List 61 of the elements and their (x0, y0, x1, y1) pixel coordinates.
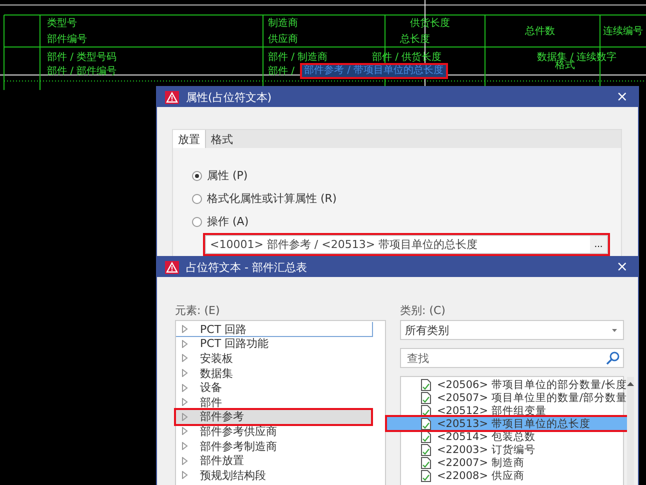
document-check-icon (421, 456, 431, 468)
dropdown-arrow-icon (612, 328, 617, 332)
document-check-icon (421, 418, 431, 430)
column-header: 制造商 (268, 18, 298, 30)
property-item[interactable]: <20506> 带项目单位的部分数量/长度 (401, 378, 627, 391)
property-item[interactable]: <20514> 包装总数 (401, 430, 627, 443)
scrollbar[interactable] (626, 377, 634, 485)
tab[interactable]: 格式 (206, 130, 238, 148)
close-button[interactable]: × (614, 260, 630, 274)
column-header: 总件数 (525, 26, 555, 38)
category-dropdown[interactable]: 所有类别 (400, 320, 624, 340)
option-label[interactable]: 属性 (P) (207, 168, 248, 183)
property-item[interactable]: <20513> 带项目单位的总长度 (387, 417, 627, 430)
elements-label: 元素: (E) (175, 303, 221, 317)
column-header: 供应商 (268, 34, 298, 46)
property-field[interactable]: <10001> 部件参考 / <20513> 带项目单位的总长度 ... (205, 235, 608, 254)
property-item[interactable]: <22007> 制造商 (401, 456, 627, 469)
placeholder-text[interactable]: 格式 (555, 60, 575, 72)
document-check-icon (421, 470, 431, 482)
tree-item[interactable]: 设备 (176, 380, 385, 395)
column-header: 部件编号 (47, 34, 87, 46)
property-item[interactable]: <20507> 项目单位里的数量/部分数量 (401, 391, 627, 404)
tree-item[interactable]: PCT 回路 (176, 322, 373, 337)
browse-button[interactable]: ... (590, 236, 607, 253)
tree-item[interactable]: 预规划结构段 (176, 468, 385, 483)
close-button[interactable]: × (614, 90, 630, 104)
tree-item[interactable]: 部件 (176, 394, 385, 410)
document-check-icon (421, 430, 431, 442)
tree-item[interactable]: 部件放置 (176, 453, 385, 468)
tree-item[interactable]: PCT 回路功能 (176, 336, 385, 352)
search-field[interactable]: 查找 (400, 348, 624, 368)
tree-item[interactable]: 部件参考 (176, 410, 371, 424)
option-label[interactable]: 格式化属性或计算属性 (R) (207, 191, 337, 206)
property-item[interactable]: <22003> 订货编号 (401, 443, 627, 456)
placeholder-text[interactable]: 部件 / 类型号码 (47, 52, 117, 64)
document-check-icon (421, 444, 431, 456)
column-header: 连续编号 (603, 26, 643, 38)
tree-item[interactable]: 部件参考制造商 (176, 438, 385, 454)
option-label[interactable]: 操作 (A) (207, 214, 249, 229)
tab[interactable]: 放置 (173, 130, 206, 148)
placeholder-text[interactable]: 部件 / 制造商 (268, 52, 328, 64)
scroll-up-icon[interactable] (626, 382, 634, 386)
radio-button[interactable] (192, 170, 202, 180)
radio-button[interactable] (192, 216, 202, 226)
document-check-icon (421, 404, 431, 416)
window-title: 属性(占位符文本) (186, 90, 273, 104)
document-check-icon (421, 392, 431, 404)
tree-item[interactable]: 数据集 (176, 366, 385, 380)
warning-icon (165, 90, 179, 104)
placeholder-text[interactable]: 部件 / 部件编号 (47, 66, 117, 78)
categories-label: 类别: (C) (400, 303, 446, 317)
window-title: 占位符文本 - 部件汇总表 (186, 260, 308, 274)
document-check-icon (421, 378, 431, 390)
tree-item[interactable]: 部件参考供应商 (176, 424, 385, 439)
tree-item[interactable]: 安装板 (176, 351, 385, 366)
column-header: 类型号 (47, 18, 77, 30)
search-icon (606, 351, 620, 365)
warning-icon (165, 260, 179, 274)
radio-button[interactable] (192, 194, 202, 204)
property-item[interactable]: <22008> 供应商 (401, 469, 627, 482)
placeholder-text[interactable]: 部件 / (268, 66, 295, 78)
